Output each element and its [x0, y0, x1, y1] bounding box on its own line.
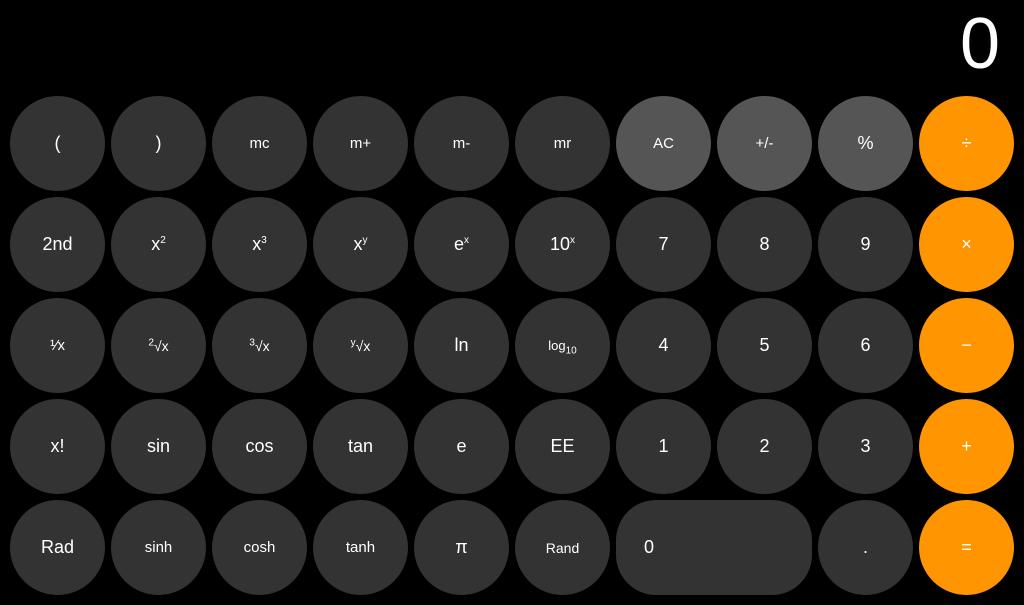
x2-button[interactable]: x2: [111, 197, 206, 292]
sinh-button[interactable]: sinh: [111, 500, 206, 595]
mplus-button[interactable]: m+: [313, 96, 408, 191]
8-button[interactable]: 8: [717, 197, 812, 292]
5-button[interactable]: 5: [717, 298, 812, 393]
7-button[interactable]: 7: [616, 197, 711, 292]
calculator-grid: ()mcm+m-mrAC+/-%÷ 2ndx2x3xyex10x789× ¹⁄x2√…: [0, 90, 1024, 605]
equals-button[interactable]: =: [919, 500, 1014, 595]
tanh-button[interactable]: tanh: [313, 500, 408, 595]
percent-button[interactable]: %: [818, 96, 913, 191]
9-button[interactable]: 9: [818, 197, 913, 292]
plusminus-button[interactable]: +/-: [717, 96, 812, 191]
cosh-button[interactable]: cosh: [212, 500, 307, 595]
2nd-button[interactable]: 2nd: [10, 197, 105, 292]
display: 0: [0, 0, 1024, 90]
sin-button[interactable]: sin: [111, 399, 206, 494]
multiply-button[interactable]: ×: [919, 197, 1014, 292]
pi-button[interactable]: π: [414, 500, 509, 595]
2rtx-button[interactable]: 2√x: [111, 298, 206, 393]
open-paren-button[interactable]: (: [10, 96, 105, 191]
tan-button[interactable]: tan: [313, 399, 408, 494]
xy-button[interactable]: xy: [313, 197, 408, 292]
rand-button[interactable]: Rand: [515, 500, 610, 595]
mr-button[interactable]: mr: [515, 96, 610, 191]
display-value: 0: [960, 8, 1000, 80]
3rtx-button[interactable]: 3√x: [212, 298, 307, 393]
mc-button[interactable]: mc: [212, 96, 307, 191]
mminus-button[interactable]: m-: [414, 96, 509, 191]
cos-button[interactable]: cos: [212, 399, 307, 494]
divide-button[interactable]: ÷: [919, 96, 1014, 191]
4-button[interactable]: 4: [616, 298, 711, 393]
log10-button[interactable]: log10: [515, 298, 610, 393]
rad-button[interactable]: Rad: [10, 500, 105, 595]
dot-button[interactable]: .: [818, 500, 913, 595]
ln-button[interactable]: ln: [414, 298, 509, 393]
minus-button[interactable]: −: [919, 298, 1014, 393]
e-button[interactable]: e: [414, 399, 509, 494]
yrtx-button[interactable]: y√x: [313, 298, 408, 393]
ex-button[interactable]: ex: [414, 197, 509, 292]
1x-button[interactable]: ¹⁄x: [10, 298, 105, 393]
3-button[interactable]: 3: [818, 399, 913, 494]
close-paren-button[interactable]: ): [111, 96, 206, 191]
plus-button[interactable]: +: [919, 399, 1014, 494]
xfact-button[interactable]: x!: [10, 399, 105, 494]
6-button[interactable]: 6: [818, 298, 913, 393]
ee-button[interactable]: EE: [515, 399, 610, 494]
2-button[interactable]: 2: [717, 399, 812, 494]
0-button[interactable]: 0: [616, 500, 812, 595]
1-button[interactable]: 1: [616, 399, 711, 494]
10x-button[interactable]: 10x: [515, 197, 610, 292]
x3-button[interactable]: x3: [212, 197, 307, 292]
ac-button[interactable]: AC: [616, 96, 711, 191]
